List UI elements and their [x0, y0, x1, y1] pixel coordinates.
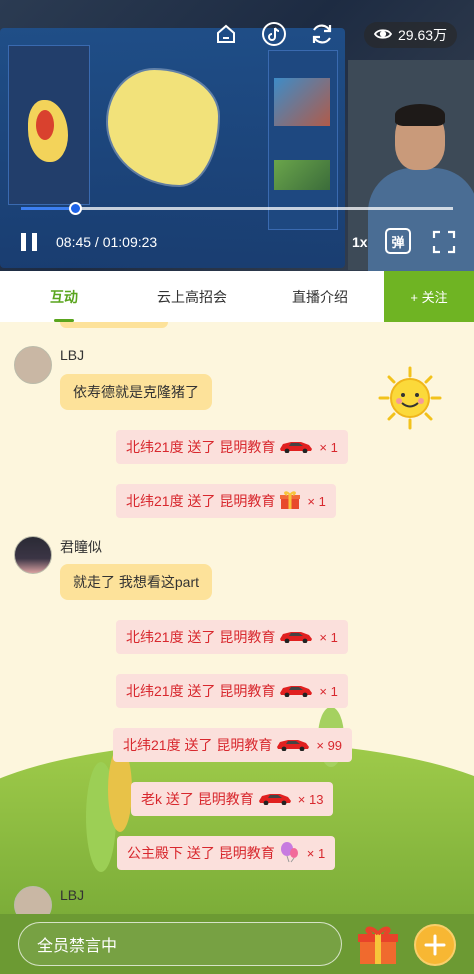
gift-count: × 99 [316, 737, 343, 753]
follow-button[interactable]: + 关注 [384, 271, 474, 322]
home-icon[interactable] [212, 20, 240, 48]
sports-car-icon [279, 629, 313, 646]
gift-notification: 北纬21度 送了 昆明教育 × 1 [116, 484, 336, 518]
video-frame-presenter-hair [395, 104, 445, 126]
gift-notification: 北纬21度 送了 昆明教育 × 1 [116, 430, 348, 464]
pause-icon [32, 233, 37, 251]
previous-message-stub [60, 322, 168, 328]
tiktok-share-icon[interactable] [260, 20, 288, 48]
tab-interaction[interactable]: 互动 [0, 271, 128, 322]
avatar[interactable] [14, 536, 52, 574]
gift-button[interactable] [356, 922, 400, 966]
bottom-bar: 全员禁言中 [0, 914, 474, 974]
video-frame-right-panel [268, 50, 338, 230]
chat-area[interactable]: LBJ 依寿德就是克隆猪了 北纬21度 送了 昆明教育 × 1 北纬21度 送了… [0, 322, 474, 914]
progress-bar[interactable] [21, 202, 453, 215]
gift-text: 北纬21度 送了 昆明教育 [126, 439, 276, 455]
chat-username: 君瞳似 [60, 539, 102, 555]
gift-notification: 北纬21度 送了 昆明教育 × 99 [113, 728, 353, 762]
gift-box-icon [358, 926, 398, 964]
danmu-toggle-button[interactable]: 弹 [385, 228, 411, 254]
chat-input-disabled[interactable]: 全员禁言中 [18, 922, 342, 966]
video-frame-thumbnail [274, 78, 330, 126]
gift-notification: 北纬21度 送了 昆明教育 × 1 [116, 620, 348, 654]
gift-notification: 公主殿下 送了 昆明教育 × 1 [117, 836, 336, 870]
video-top-controls [212, 20, 336, 48]
sports-car-icon [279, 683, 313, 700]
view-count-text: 29.63万 [398, 27, 448, 43]
more-actions-button[interactable] [414, 924, 456, 966]
chat-username: LBJ [60, 347, 85, 363]
chat-bubble: 依寿德就是克隆猪了 [60, 374, 212, 410]
gift-text: 公主殿下 送了 昆明教育 [127, 845, 275, 861]
eye-icon [373, 27, 393, 43]
gift-count: × 1 [306, 845, 326, 861]
plus-icon [424, 934, 446, 956]
tab-cloud-admissions[interactable]: 云上高招会 [128, 271, 256, 322]
tab-bar: 互动 云上高招会 直播介绍 + 关注 [0, 271, 474, 322]
refresh-icon[interactable] [308, 20, 336, 48]
pause-icon [21, 233, 26, 251]
video-frame-thumbnail [274, 160, 330, 190]
view-count-badge: 29.63万 [364, 22, 458, 48]
gift-text: 北纬21度 送了 昆明教育 [126, 493, 276, 509]
sports-car-icon [276, 737, 310, 754]
pause-button[interactable] [21, 233, 39, 251]
gift-notification: 北纬21度 送了 昆明教育 × 1 [116, 674, 348, 708]
gift-text: 北纬21度 送了 昆明教育 [126, 629, 276, 645]
avatar[interactable] [14, 346, 52, 384]
sun-decoration-icon [378, 366, 442, 430]
gift-count: × 1 [319, 683, 338, 699]
playback-speed-button[interactable]: 1x [352, 234, 368, 250]
sports-car-icon [279, 439, 313, 456]
sports-car-icon [258, 791, 292, 808]
chat-bubble: 就走了 我想看这part [60, 564, 213, 600]
gift-text: 老k 送了 昆明教育 [141, 791, 254, 807]
gift-count: × 13 [297, 791, 324, 807]
gift-count: × 1 [307, 493, 326, 509]
gift-box-icon [279, 490, 301, 513]
gift-count: × 1 [319, 439, 338, 455]
chat-username: LBJ [60, 887, 85, 903]
video-frame-presenter-body [368, 168, 474, 271]
playback-time: 08:45 / 01:09:23 [56, 234, 158, 250]
progress-fill [21, 207, 76, 210]
gift-notification: 老k 送了 昆明教育 × 13 [131, 782, 334, 816]
balloon-icon [279, 841, 301, 866]
tab-live-intro[interactable]: 直播介绍 [256, 271, 384, 322]
gift-text: 北纬21度 送了 昆明教育 [123, 737, 273, 753]
video-frame-map-highlight [36, 110, 54, 140]
fullscreen-icon[interactable] [432, 230, 456, 254]
gift-count: × 1 [319, 629, 338, 645]
gift-text: 北纬21度 送了 昆明教育 [126, 683, 276, 699]
video-player[interactable]: 29.63万 08:45 / 01:09:23 1x 弹 [0, 0, 474, 271]
